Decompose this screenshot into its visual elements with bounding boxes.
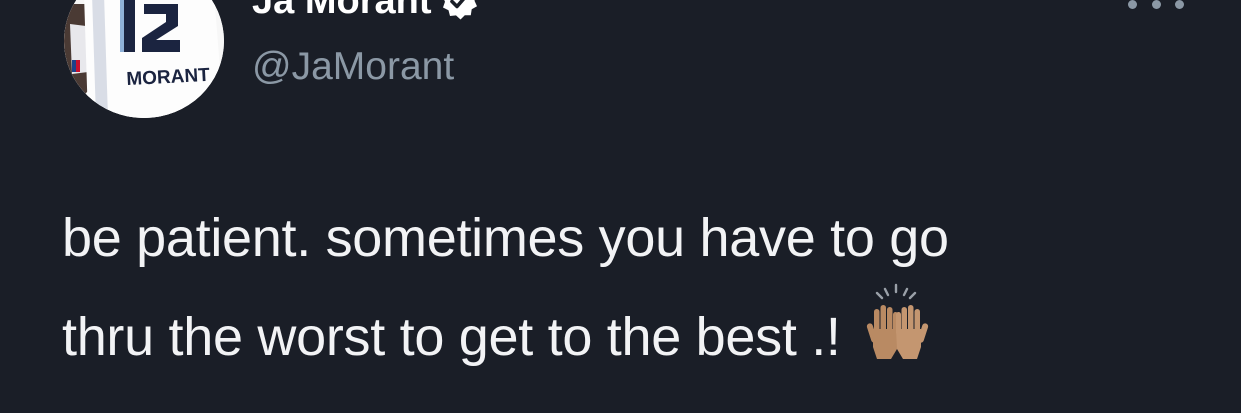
raising-hands-emoji-icon — [863, 283, 931, 363]
display-name-text[interactable]: Ja Morant — [252, 0, 431, 24]
ellipsis-icon — [1175, 0, 1184, 9]
ellipsis-icon — [1128, 0, 1137, 9]
jersey-name: MORANT — [126, 65, 211, 90]
author-display-name[interactable]: Ja Morant — [252, 0, 479, 24]
tweet-card[interactable]: MORANT Ja Morant @JaMorant be patient. s… — [0, 0, 1241, 413]
tweet-text-line-2: thru the worst to get to the best .! — [62, 307, 841, 367]
tweet-text-line-2-wrap: thru the worst to get to the best .! — [62, 283, 1202, 382]
tweet-text-line-1: be patient. sometimes you have to go — [62, 208, 949, 268]
more-options-button[interactable] — [1128, 0, 1184, 14]
avatar[interactable]: MORANT — [64, 0, 224, 118]
tweet-text: be patient. sometimes you have to go thr… — [62, 193, 1202, 382]
author-handle[interactable]: @JaMorant — [252, 44, 454, 90]
verified-badge-icon — [439, 0, 479, 21]
ellipsis-icon — [1151, 0, 1161, 9]
